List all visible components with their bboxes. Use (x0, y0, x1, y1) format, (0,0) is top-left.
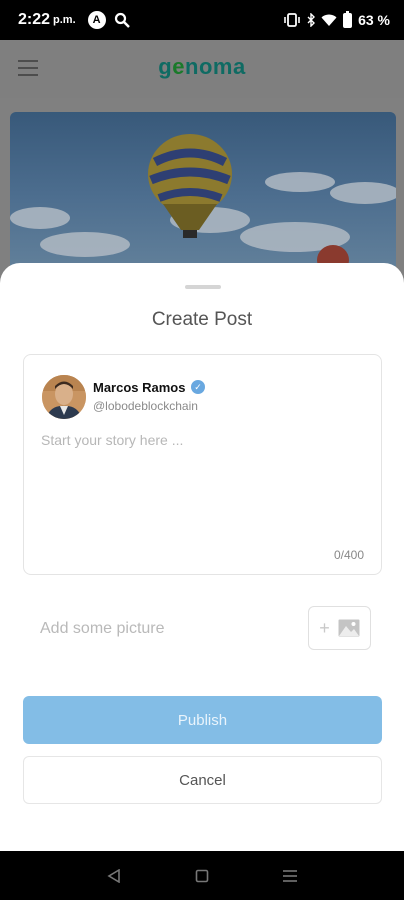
plus-icon: + (319, 618, 330, 638)
bluetooth-icon (307, 13, 316, 27)
notification-icons: A (87, 11, 130, 29)
add-picture-label: Add some picture (40, 620, 165, 637)
battery-icon (343, 10, 353, 28)
status-ampm: p.m. (53, 14, 76, 26)
create-post-sheet: Create Post Marcos Ramos ✓ @lobodeblockc… (0, 263, 404, 851)
post-card: Marcos Ramos ✓ @lobodeblockchain 0/400 (23, 354, 382, 575)
add-picture-button[interactable]: + (308, 606, 371, 650)
character-count: 0/400 (333, 548, 364, 562)
sheet-title: Create Post (151, 309, 253, 330)
app-header: genoma (0, 40, 404, 98)
hot-air-balloon-icon (148, 134, 232, 238)
battery-level: 63 % (358, 12, 390, 28)
vibrate-icon (284, 13, 300, 27)
wifi-icon (321, 14, 337, 26)
drag-handle[interactable] (185, 285, 221, 289)
status-time: 2:22 (18, 11, 51, 28)
navigation-bar (0, 851, 404, 900)
avatar (42, 375, 86, 419)
user-handle: @lobodeblockchain (93, 399, 198, 413)
system-icons: 63 % (283, 10, 390, 28)
verified-badge-icon: ✓ (191, 380, 205, 394)
publish-button[interactable]: Publish (23, 696, 382, 744)
user-name: Marcos Ramos (93, 380, 186, 395)
recents-icon[interactable] (270, 856, 310, 896)
home-icon[interactable] (182, 856, 222, 896)
image-icon (338, 619, 360, 637)
app-notification-icon: A (87, 11, 106, 29)
app-logo: genoma (158, 54, 246, 79)
status-bar: 2:22 p.m. A 63 % (0, 0, 404, 40)
back-icon[interactable] (94, 856, 134, 896)
story-input[interactable] (41, 432, 361, 532)
search-icon (114, 12, 130, 28)
cancel-button[interactable]: Cancel (23, 756, 382, 804)
